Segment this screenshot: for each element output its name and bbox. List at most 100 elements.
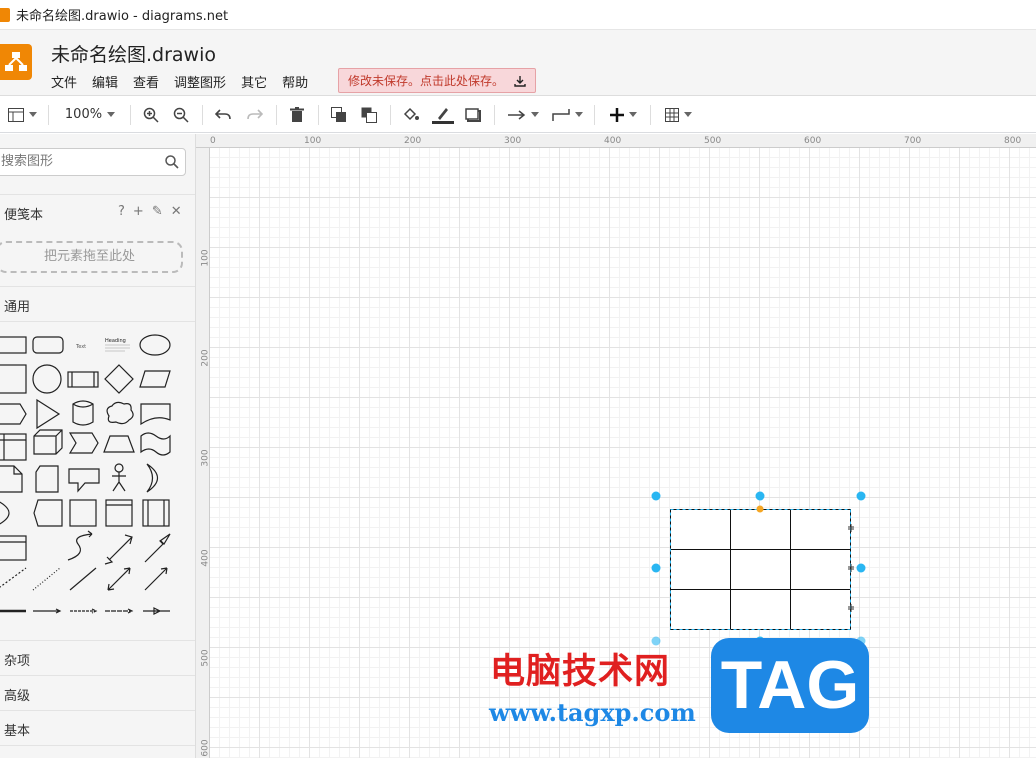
undo-button[interactable]: [214, 96, 232, 133]
chevron-down-icon: [574, 112, 583, 117]
shape-display[interactable]: [33, 499, 63, 527]
shape-callout[interactable]: [68, 468, 100, 493]
shape-square[interactable]: [0, 364, 27, 394]
shape-container[interactable]: [69, 499, 97, 527]
section-misc[interactable]: 杂项: [4, 650, 195, 669]
ruler-label: 100: [304, 136, 322, 146]
resize-handle[interactable]: [856, 563, 866, 573]
arrow-right-icon: [507, 109, 525, 120]
shape-rounded-rectangle[interactable]: [32, 336, 64, 354]
line-color-button[interactable]: [432, 96, 454, 133]
shape-list[interactable]: [105, 499, 133, 527]
shape-tape[interactable]: [140, 432, 171, 456]
shape-document[interactable]: [140, 403, 171, 426]
section-basic[interactable]: 基本: [4, 720, 195, 739]
menu-extras[interactable]: 其它: [241, 72, 267, 91]
shape-bidirectional-arrow[interactable]: [108, 534, 133, 561]
shape-line[interactable]: [69, 567, 97, 591]
selected-table-shape[interactable]: [646, 489, 866, 649]
add-icon[interactable]: +: [133, 204, 144, 219]
insert-button[interactable]: [606, 96, 640, 133]
to-front-button[interactable]: [330, 96, 348, 133]
shape-note[interactable]: [0, 465, 23, 493]
menu-view[interactable]: 查看: [133, 72, 159, 91]
shape-cube[interactable]: [33, 429, 63, 455]
shadow-button[interactable]: [464, 96, 482, 133]
resize-handle[interactable]: [755, 491, 765, 501]
zoom-out-button[interactable]: [172, 96, 190, 133]
shape-bidirectional-connector[interactable]: [107, 567, 131, 591]
scratchpad-dropzone[interactable]: 把元素拖至此处: [0, 241, 183, 273]
shape-dotted-line[interactable]: [32, 567, 61, 591]
toolbar-divider: [48, 105, 49, 125]
shape-text-label[interactable]: Text: [75, 344, 86, 350]
connection-style-button[interactable]: [506, 96, 540, 133]
shape-table[interactable]: [0, 535, 27, 561]
help-icon[interactable]: ?: [118, 204, 125, 219]
divider: [0, 710, 195, 711]
shape-heading-label[interactable]: Heading: [105, 338, 126, 344]
delete-button[interactable]: [288, 96, 306, 133]
watermark-url: www.tagxp.com: [489, 698, 696, 727]
edit-icon[interactable]: ✎: [152, 204, 163, 219]
menu-file[interactable]: 文件: [51, 72, 77, 91]
format-panel-button[interactable]: [4, 96, 40, 133]
shape-directional-connector[interactable]: [144, 567, 168, 591]
send-to-back-icon: [361, 107, 377, 123]
file-name[interactable]: 未命名绘图.drawio: [51, 40, 216, 67]
table-button[interactable]: [662, 96, 694, 133]
shape-swimlane[interactable]: [142, 499, 170, 527]
shape-curve[interactable]: [67, 533, 93, 561]
section-advanced[interactable]: 高级: [4, 685, 195, 704]
unsaved-changes-button[interactable]: 修改未保存。点击此处保存。: [338, 68, 537, 93]
shape-cylinder[interactable]: [72, 400, 94, 426]
shape-dashed-line[interactable]: [0, 567, 27, 590]
zoom-select[interactable]: 100%: [60, 96, 120, 133]
fill-color-button[interactable]: [402, 96, 420, 133]
shape-ellipse[interactable]: [139, 334, 171, 356]
close-icon[interactable]: ✕: [171, 204, 182, 219]
shape-arrow[interactable]: [144, 533, 171, 563]
ruler-label: 700: [904, 136, 922, 146]
table-icon: [664, 107, 679, 122]
shape-parallelogram[interactable]: [139, 370, 171, 388]
shape-hexagon[interactable]: [0, 403, 27, 425]
zoom-in-button[interactable]: [142, 96, 160, 133]
shape-delay[interactable]: [0, 500, 10, 526]
waypoints-button[interactable]: [550, 96, 584, 133]
watermark-badge-text: TAG: [720, 647, 860, 723]
shape-step[interactable]: [68, 432, 99, 454]
shape-association[interactable]: [143, 607, 170, 615]
resize-handle[interactable]: [651, 491, 661, 501]
shape-dashed-connector[interactable]: [105, 608, 134, 614]
menu-arrange[interactable]: 调整图形: [174, 72, 226, 91]
section-misc-label: 杂项: [4, 654, 31, 669]
shape-or[interactable]: [146, 463, 159, 493]
section-advanced-label: 高级: [4, 689, 31, 704]
menu-edit[interactable]: 编辑: [92, 72, 118, 91]
redo-button[interactable]: [246, 96, 264, 133]
to-back-button[interactable]: [360, 96, 378, 133]
resize-handle[interactable]: [856, 491, 866, 501]
chevron-down-icon: [683, 112, 692, 117]
shape-connector[interactable]: [70, 608, 98, 614]
table-body[interactable]: [670, 509, 851, 630]
shape-rectangle[interactable]: [0, 336, 27, 354]
chevron-down-icon: [107, 112, 116, 117]
watermark-badge: TAG: [711, 638, 869, 733]
shape-trapezoid[interactable]: [103, 435, 135, 453]
shape-triangle[interactable]: [36, 398, 61, 430]
search-icon[interactable]: [165, 155, 179, 169]
shape-circle[interactable]: [32, 364, 62, 394]
menu-help[interactable]: 帮助: [282, 72, 308, 91]
rotate-handle[interactable]: [756, 505, 764, 513]
shape-card[interactable]: [35, 465, 59, 493]
shape-cloud[interactable]: [106, 401, 134, 425]
search-shapes-input[interactable]: 搜索图形: [0, 148, 186, 176]
shape-arrow-line[interactable]: [33, 608, 62, 614]
section-general[interactable]: 通用: [4, 296, 195, 315]
resize-handle[interactable]: [651, 563, 661, 573]
shape-actor[interactable]: [114, 463, 124, 473]
download-icon: [514, 75, 526, 87]
shape-diamond[interactable]: [104, 364, 134, 394]
